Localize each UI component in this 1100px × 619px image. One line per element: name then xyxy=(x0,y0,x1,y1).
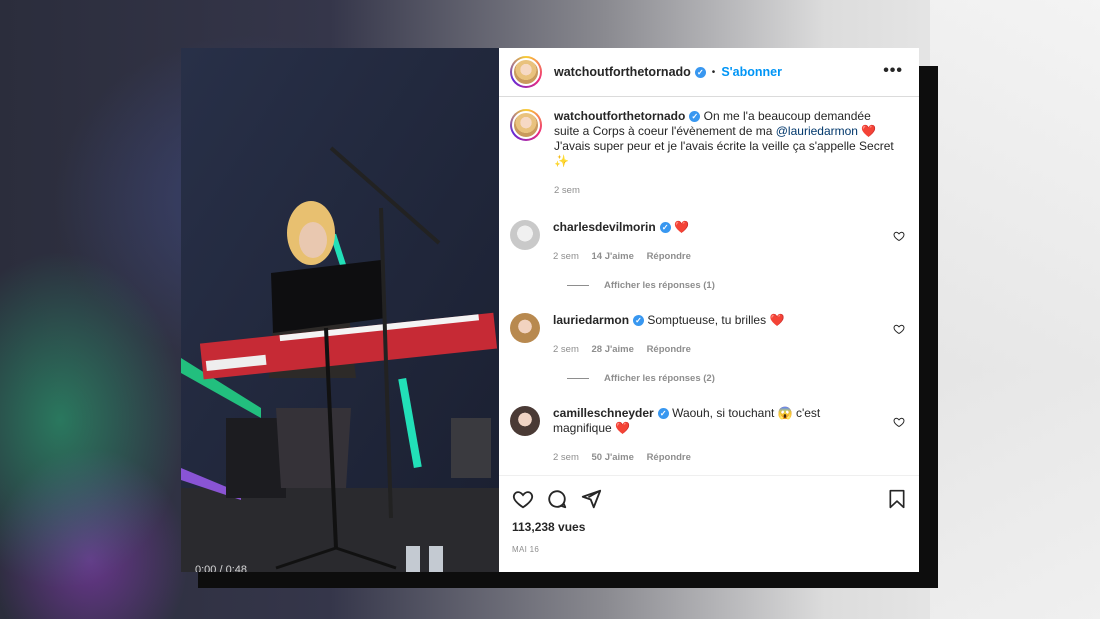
comment-text: Somptueuse, tu brilles ❤️ xyxy=(647,313,785,327)
heart-emoji: ❤️ xyxy=(861,124,877,138)
comment-avatar[interactable] xyxy=(510,313,540,343)
comment-likes[interactable]: 50 J'aime xyxy=(592,452,634,463)
view-replies[interactable]: Afficher les réponses (2) xyxy=(567,373,905,384)
share-icon[interactable] xyxy=(580,488,602,510)
comment-time: 2 sem xyxy=(553,344,579,355)
follow-button[interactable]: S'abonner xyxy=(721,65,782,79)
comment-item: lauriedarmon ✓ Somptueuse, tu brilles ❤️ … xyxy=(510,313,905,357)
instagram-post: 0:00 / 0:48 watchoutforthetornado ✓ • S'… xyxy=(181,48,919,572)
comment-item: charlesdevilmorin ✓ ❤️ 2 sem 14 J'aime Ré… xyxy=(510,220,905,264)
separator-dot: • xyxy=(711,66,716,78)
comment-meta: 2 sem 14 J'aime Répondre xyxy=(553,249,873,264)
comment-avatar[interactable] xyxy=(510,220,540,250)
caption-time: 2 sem xyxy=(554,185,580,196)
post-date: MAI 16 xyxy=(512,545,540,554)
author-username[interactable]: watchoutforthetornado xyxy=(554,65,691,79)
comment-likes[interactable]: 14 J'aime xyxy=(592,251,634,262)
post-video[interactable]: 0:00 / 0:48 xyxy=(181,48,499,572)
replies-line xyxy=(567,285,589,286)
verified-icon: ✓ xyxy=(659,222,671,234)
heart-icon[interactable] xyxy=(512,488,534,510)
comment-meta: 2 sem 28 J'aime Répondre xyxy=(553,342,873,357)
video-frame xyxy=(181,48,499,572)
caption-text-2: J'avais super peur et je l'avais écrite … xyxy=(554,139,894,153)
comment-body: charlesdevilmorin ✓ ❤️ 2 sem 14 J'aime Ré… xyxy=(553,220,873,264)
comment-meta: 2 sem 50 J'aime Répondre xyxy=(553,450,873,465)
more-icon[interactable]: ••• xyxy=(883,62,903,80)
heart-icon[interactable] xyxy=(893,230,905,242)
post-caption: watchoutforthetornado ✓ On me l'a beaucou… xyxy=(510,109,905,198)
comment-text: ❤️ xyxy=(674,220,690,234)
bookmark-icon[interactable] xyxy=(887,489,907,509)
blurred-background-right xyxy=(930,0,1100,619)
post-actions: 113,238 vues MAI 16 xyxy=(499,475,919,572)
comment-avatar[interactable] xyxy=(510,406,540,436)
comment-body: camilleschneyder ✓ Waouh, si touchant 😱 c… xyxy=(553,406,873,465)
comment-icon[interactable] xyxy=(546,488,568,510)
post-side-panel: watchoutforthetornado ✓ • S'abonner ••• … xyxy=(499,48,919,572)
comment-likes[interactable]: 28 J'aime xyxy=(592,344,634,355)
verified-icon: ✓ xyxy=(633,315,645,327)
author-avatar[interactable] xyxy=(510,56,542,88)
comment-time: 2 sem xyxy=(553,251,579,262)
verified-icon: ✓ xyxy=(694,66,706,78)
video-timestamp: 0:00 / 0:48 xyxy=(195,564,247,572)
caption-mention[interactable]: @lauriedarmon xyxy=(776,124,858,138)
caption-avatar[interactable] xyxy=(510,109,542,141)
heart-icon[interactable] xyxy=(893,323,905,335)
comment-item: camilleschneyder ✓ Waouh, si touchant 😱 c… xyxy=(510,406,905,465)
verified-icon: ✓ xyxy=(657,408,669,420)
post-header: watchoutforthetornado ✓ • S'abonner ••• xyxy=(499,48,919,97)
views-count: 113,238 vues xyxy=(512,520,586,534)
comment-username[interactable]: camilleschneyder xyxy=(553,406,654,420)
comment-body: lauriedarmon ✓ Somptueuse, tu brilles ❤️ … xyxy=(553,313,873,357)
verified-icon: ✓ xyxy=(689,111,701,123)
view-replies-label[interactable]: Afficher les réponses (2) xyxy=(604,373,715,384)
caption-meta: 2 sem xyxy=(554,183,894,198)
replies-line xyxy=(567,378,589,379)
reply-button[interactable]: Répondre xyxy=(647,251,691,262)
view-replies[interactable]: Afficher les réponses (1) xyxy=(567,280,905,291)
comment-username[interactable]: lauriedarmon xyxy=(553,313,629,327)
heart-icon[interactable] xyxy=(893,416,905,428)
view-replies-label[interactable]: Afficher les réponses (1) xyxy=(604,280,715,291)
action-icons xyxy=(512,486,905,512)
reply-button[interactable]: Répondre xyxy=(647,344,691,355)
comments-section: watchoutforthetornado ✓ On me l'a beaucou… xyxy=(499,97,919,475)
caption-body: watchoutforthetornado ✓ On me l'a beaucou… xyxy=(554,109,894,198)
comment-time: 2 sem xyxy=(553,452,579,463)
caption-username[interactable]: watchoutforthetornado xyxy=(554,109,685,123)
comment-username[interactable]: charlesdevilmorin xyxy=(553,220,656,234)
reply-button[interactable]: Répondre xyxy=(647,452,691,463)
sparkle-emoji: ✨ xyxy=(554,154,569,168)
